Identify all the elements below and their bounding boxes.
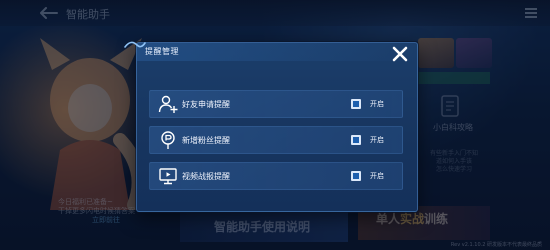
checkbox-fill: [353, 173, 359, 179]
dialog-title: 提醒管理: [145, 47, 179, 56]
checkbox-fill: [353, 101, 359, 107]
reminder-status: 开启: [370, 136, 384, 144]
reminder-settings-dialog: 提醒管理 好友申请提醒 开启 新增粉丝提醒 开启 视频战报提醒 开启: [124, 41, 418, 212]
reminder-checkbox[interactable]: [351, 99, 361, 109]
add-friend-icon: [158, 95, 178, 113]
reminder-checkbox[interactable]: [351, 135, 361, 145]
app-screen: 智能助手 今日福利已准备~ 干掉更多闪电时候猜答案 立即前往 小白科攻略 有些新…: [0, 0, 550, 250]
reminder-status: 开启: [370, 100, 384, 108]
reminder-label: 视频战报提醒: [182, 172, 230, 181]
reminder-row-new-fan: 新增粉丝提醒 开启: [149, 126, 403, 154]
reminder-checkbox[interactable]: [351, 171, 361, 181]
reminder-row-friend-request: 好友申请提醒 开启: [149, 90, 403, 118]
dialog-header: 提醒管理: [124, 41, 417, 61]
close-button[interactable]: [391, 45, 409, 63]
new-fan-icon: [161, 131, 175, 149]
checkbox-fill: [353, 137, 359, 143]
reminder-row-video-report: 视频战报提醒 开启: [149, 162, 403, 190]
title-swirl-icon: [124, 41, 146, 48]
reminder-status: 开启: [370, 172, 384, 180]
reminder-list: 好友申请提醒 开启 新增粉丝提醒 开启 视频战报提醒 开启: [149, 90, 403, 198]
video-report-icon: [159, 168, 177, 185]
reminder-label: 好友申请提醒: [182, 100, 230, 109]
reminder-label: 新增粉丝提醒: [182, 136, 230, 145]
